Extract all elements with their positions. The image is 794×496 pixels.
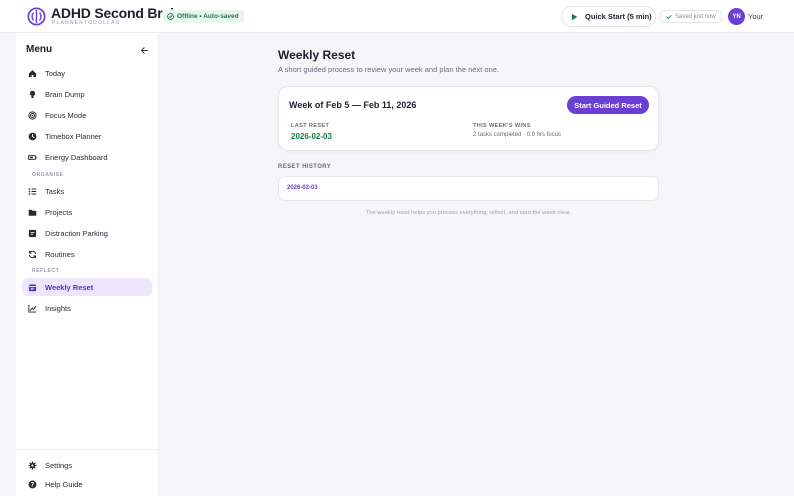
sidebar-item-label: Projects: [45, 207, 73, 217]
weekly-wins-value: 2 tasks completed · 0.0 hrs focus: [473, 132, 562, 138]
sidebar-item-label: Tasks: [45, 186, 65, 196]
page-subtitle: A short guided process to review your we…: [278, 65, 499, 74]
start-guided-reset-button[interactable]: Start Guided Reset: [567, 96, 649, 114]
menu-title: Menu: [26, 44, 53, 55]
check-circle-icon: [167, 13, 174, 20]
sidebar-item-today[interactable]: Today: [22, 64, 152, 82]
folder-icon: [28, 208, 37, 217]
calendar-icon: [28, 283, 37, 292]
app-subtitle: PLANNERTODOLLAS: [52, 20, 121, 26]
reset-history-item[interactable]: 2026-02-03: [287, 185, 318, 191]
sidebar-item-distraction-parking[interactable]: Distraction Parking: [22, 224, 152, 242]
play-icon: [571, 13, 578, 20]
sidebar-item-help-guide[interactable]: ? Help Guide: [22, 475, 152, 493]
sidebar-item-tasks[interactable]: Tasks: [22, 182, 152, 200]
arrow-left-icon[interactable]: [140, 46, 149, 55]
sidebar-item-label: Help Guide: [45, 479, 83, 489]
sidebar-divider: [16, 449, 158, 450]
help-icon: ?: [28, 480, 37, 489]
section-label-organise: ORGANISE: [32, 172, 64, 178]
user-name[interactable]: Your: [748, 12, 763, 21]
sidebar-item-label: Settings: [45, 460, 73, 470]
sidebar-item-routines[interactable]: Routines: [22, 245, 152, 263]
sidebar-item-settings[interactable]: Settings: [22, 456, 152, 474]
sidebar-item-label: Today: [45, 68, 66, 78]
sidebar-item-label: Focus Mode: [45, 110, 87, 120]
sidebar-item-label: Insights: [45, 303, 71, 313]
last-reset-value: 2026-02-03: [291, 132, 332, 141]
lightbulb-icon: [28, 90, 37, 99]
refresh-icon: [28, 250, 37, 259]
sidebar-item-label: Brain Dump: [45, 89, 85, 99]
offline-status-text: Offline • Auto-saved: [177, 13, 239, 20]
home-icon: [28, 69, 37, 78]
sidebar-item-label: Weekly Reset: [45, 282, 94, 292]
sidebar-item-label: Routines: [45, 249, 75, 259]
sidebar-item-insights[interactable]: Insights: [22, 299, 152, 317]
saved-status-badge: Saved just now: [660, 10, 722, 23]
sidebar-item-energy-dashboard[interactable]: Energy Dashboard: [22, 148, 152, 166]
checklist-icon: [28, 187, 37, 196]
quick-start-button[interactable]: Quick Start (5 min): [561, 6, 656, 27]
sidebar-item-timebox-planner[interactable]: Timebox Planner: [22, 127, 152, 145]
week-card: Week of Feb 5 — Feb 11, 2026 Start Guide…: [278, 86, 659, 151]
section-label-reflect: REFLECT: [32, 268, 60, 274]
page-title: Weekly Reset: [278, 48, 356, 62]
brain-logo-icon[interactable]: [27, 7, 46, 26]
sidebar-item-focus-mode[interactable]: Focus Mode: [22, 106, 152, 124]
sidebar-item-weekly-reset[interactable]: Weekly Reset: [22, 278, 152, 296]
reset-history-label: RESET HISTORY: [278, 164, 332, 170]
sidebar-item-label: Timebox Planner: [45, 131, 102, 141]
footer-note: The weekly reset helps you process every…: [365, 210, 572, 216]
quick-start-label: Quick Start (5 min): [585, 12, 652, 21]
sidebar-item-brain-dump[interactable]: Brain Dump: [22, 85, 152, 103]
note-icon: [28, 229, 37, 238]
clock-icon: [28, 132, 37, 141]
reset-history-list: 2026-02-03: [278, 176, 659, 201]
sidebar-item-label: Distraction Parking: [45, 228, 108, 238]
last-reset-label: LAST RESET: [291, 123, 330, 129]
sidebar-item-label: Energy Dashboard: [45, 152, 108, 162]
check-icon: [666, 14, 672, 19]
top-header: ADHD Second Brain PLANNERTODOLLAS Offlin…: [0, 0, 794, 33]
offline-status-badge: Offline • Auto-saved: [163, 10, 244, 23]
sidebar-item-projects[interactable]: Projects: [22, 203, 152, 221]
gear-icon: [28, 461, 37, 470]
target-icon: [28, 110, 37, 120]
sidebar: Menu Today Brain Dump Focus Mode Timebox…: [16, 33, 159, 496]
chart-line-icon: [28, 304, 37, 313]
saved-status-text: Saved just now: [675, 13, 716, 20]
weekly-wins-label: THIS WEEK'S WINS: [473, 123, 531, 129]
week-title: Week of Feb 5 — Feb 11, 2026: [289, 100, 417, 110]
user-avatar[interactable]: YN: [728, 8, 745, 25]
battery-icon: [28, 153, 37, 162]
